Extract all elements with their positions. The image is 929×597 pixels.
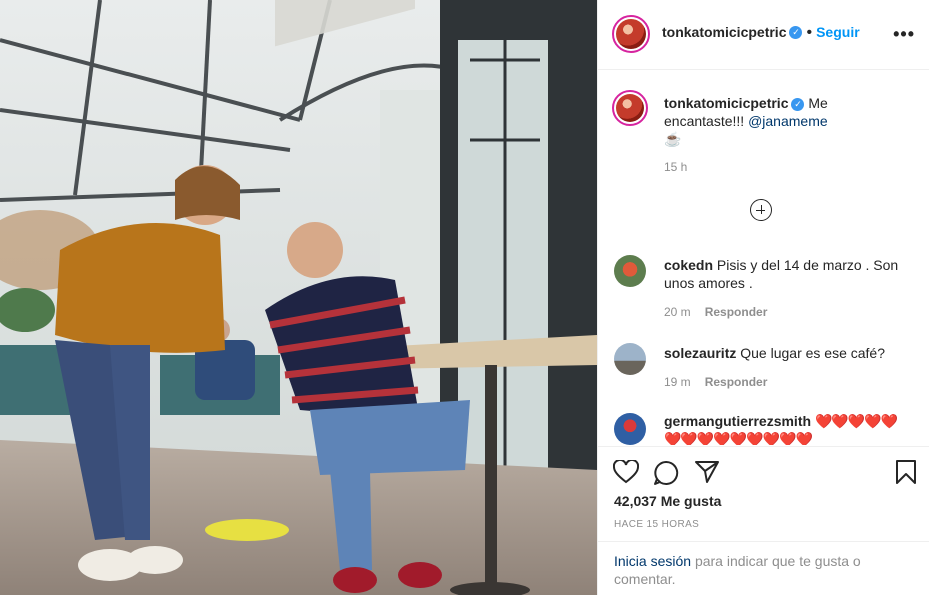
author-avatar[interactable] xyxy=(612,15,650,53)
post-header: tonkatomicicpetric ✓ • Seguir ••• xyxy=(598,0,929,70)
post-photo[interactable] xyxy=(0,0,597,595)
share-icon[interactable] xyxy=(694,460,720,484)
caption-text: tonkatomicicpetric ✓ Me encantaste!!! @ja… xyxy=(664,94,904,148)
comment-item: germangutierrezsmith ❤️❤️❤️❤️❤️❤️❤️❤️❤️❤… xyxy=(664,412,904,445)
comment-username[interactable]: solezauritz xyxy=(664,345,736,361)
caption-time[interactable]: 15 h xyxy=(664,160,687,174)
caption-avatar[interactable] xyxy=(612,90,648,126)
comment-avatar[interactable] xyxy=(614,343,646,375)
photo-illustration xyxy=(0,0,597,595)
instagram-post: tonkatomicicpetric ✓ • Seguir ••• tonkatomi… xyxy=(0,0,929,596)
comment-item: solezauritz Que lugar es ese café? xyxy=(664,344,904,362)
comment-meta: 19 m Responder xyxy=(664,375,767,389)
verified-icon: ✓ xyxy=(789,26,803,40)
comment-icon[interactable] xyxy=(653,460,679,486)
header-title: tonkatomicicpetric ✓ • Seguir xyxy=(662,24,860,42)
post-actions: 42,037 Me gusta HACE 15 HORAS Inicia ses… xyxy=(598,446,929,596)
comment-username[interactable]: cokedn xyxy=(664,257,713,273)
heart-icon[interactable] xyxy=(613,460,639,484)
reply-button[interactable]: Responder xyxy=(705,305,768,319)
more-options-icon[interactable]: ••• xyxy=(893,24,915,45)
verified-icon: ✓ xyxy=(791,97,805,111)
author-username[interactable]: tonkatomicicpetric xyxy=(662,24,786,40)
add-comments-icon[interactable] xyxy=(750,199,772,221)
reply-button[interactable]: Responder xyxy=(705,375,768,389)
comment-avatar[interactable] xyxy=(614,255,646,287)
post-sidebar: tonkatomicicpetric ✓ • Seguir ••• tonkatomi… xyxy=(597,0,929,596)
caption-mention[interactable]: @janameme xyxy=(748,113,828,129)
bookmark-icon[interactable] xyxy=(895,459,917,485)
comment-time[interactable]: 20 m xyxy=(664,305,691,319)
like-count[interactable]: 42,037 Me gusta xyxy=(614,493,721,509)
caption-username[interactable]: tonkatomicicpetric xyxy=(664,95,788,111)
comment-body: Que lugar es ese café? xyxy=(740,345,886,361)
login-prompt: Inicia sesión para indicar que te gusta … xyxy=(598,541,929,597)
coffee-emoji: ☕ xyxy=(664,131,682,147)
comment-avatar[interactable] xyxy=(614,413,646,445)
comment-item: cokedn Pisis y del 14 de marzo . Son uno… xyxy=(664,256,904,292)
login-link[interactable]: Inicia sesión xyxy=(614,553,691,569)
comment-username[interactable]: germangutierrezsmith xyxy=(664,413,811,429)
comment-time[interactable]: 19 m xyxy=(664,375,691,389)
separator-dot: • xyxy=(806,24,813,41)
comment-meta: 20 m Responder xyxy=(664,305,767,319)
post-timestamp[interactable]: HACE 15 HORAS xyxy=(614,519,699,530)
follow-button[interactable]: Seguir xyxy=(816,24,860,40)
